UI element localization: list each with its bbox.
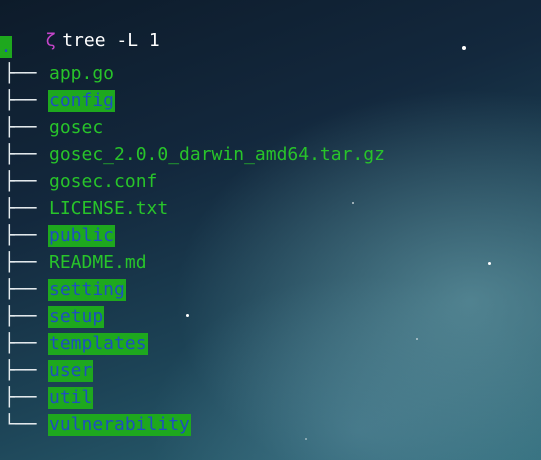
tree-branch-glyph: ├── <box>4 144 37 165</box>
tree-branch-glyph: ├── <box>4 306 37 327</box>
tree-branch-glyph: ├── <box>4 387 37 408</box>
tree-branch-glyph: └── <box>4 414 37 435</box>
tree-branch-glyph: ├── <box>4 117 37 138</box>
tree-branch-glyph: ├── <box>4 279 37 300</box>
file-entry: gosec <box>49 117 104 138</box>
file-entry: README.md <box>49 252 147 273</box>
file-entry: gosec.conf <box>49 171 158 192</box>
directory-entry: util <box>48 387 94 409</box>
prompt-line: ζ tree -L 1 <box>0 8 159 51</box>
directory-entry: vulnerability <box>48 414 191 436</box>
terminal-window[interactable]: ζ tree -L 1 . ├── app.go ├── config ├── gosec ├… <box>0 0 541 460</box>
tree-branch-glyph: ├── <box>4 225 37 246</box>
command-text: tree -L 1 <box>62 30 160 51</box>
prompt-symbol: ζ <box>45 30 57 51</box>
tree-branch-glyph: ├── <box>4 333 37 354</box>
tree-branch-glyph: ├── <box>4 90 37 111</box>
tree-branch-glyph: ├── <box>4 198 37 219</box>
tree-branch-glyph: ├── <box>4 171 37 192</box>
tree-branch-glyph: ├── <box>4 252 37 273</box>
directory-entry: setting <box>48 279 126 301</box>
tree-branch-glyph: ├── <box>4 360 37 381</box>
tree-branch-glyph: ├── <box>4 63 37 84</box>
file-entry: LICENSE.txt <box>49 198 169 219</box>
file-entry: gosec_2.0.0_darwin_amd64.tar.gz <box>49 144 385 165</box>
directory-entry: public <box>48 225 116 247</box>
directory-entry: setup <box>48 306 105 328</box>
directory-entry: config <box>48 90 116 112</box>
directory-entry: templates <box>48 333 148 355</box>
file-entry: app.go <box>49 63 115 84</box>
directory-entry: user <box>48 360 94 382</box>
tree-root: . <box>0 36 12 58</box>
